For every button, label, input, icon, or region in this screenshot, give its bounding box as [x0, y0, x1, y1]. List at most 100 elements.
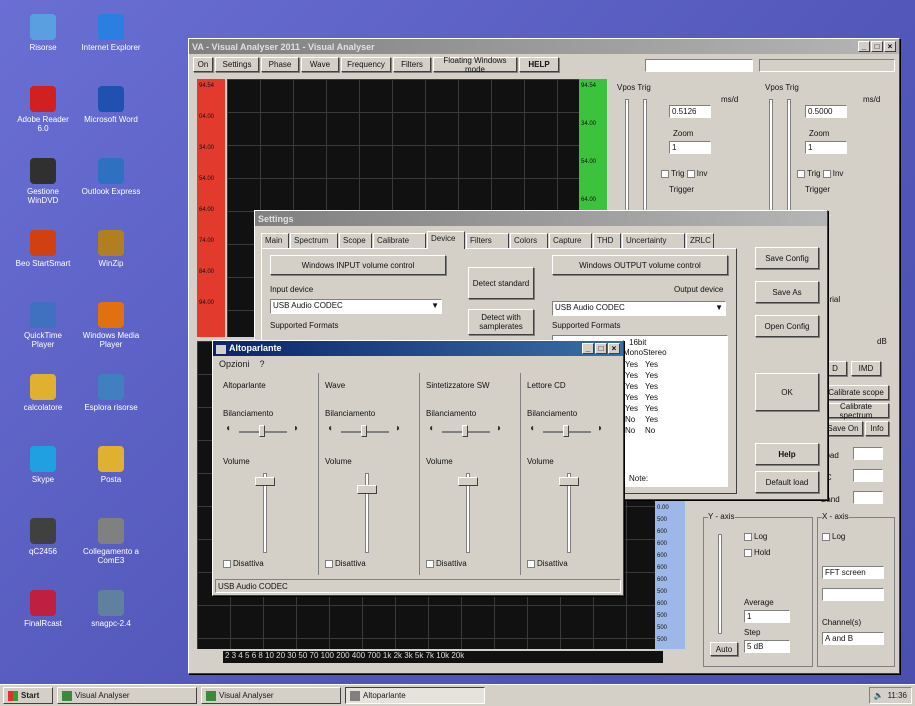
mute-checkbox[interactable]: Disattiva: [325, 559, 366, 568]
taskbar-item[interactable]: Visual Analyser: [201, 687, 341, 704]
settings-titlebar[interactable]: Settings: [255, 211, 827, 226]
balance-thumb[interactable]: [259, 425, 265, 437]
desktop-icon[interactable]: WinZip: [80, 230, 142, 268]
balance-thumb[interactable]: [462, 425, 468, 437]
calibrate-spectrum-button[interactable]: Calibrate spectrum: [823, 402, 889, 420]
desktop-icon[interactable]: Outlook Express: [80, 158, 142, 196]
desktop-icon[interactable]: FinalRcast: [12, 590, 74, 628]
volume-icon[interactable]: 🔈: [874, 691, 884, 700]
toolbar-combo[interactable]: [645, 59, 753, 72]
balance-slider[interactable]: ◖ ◗: [327, 423, 403, 439]
desktop-icon[interactable]: Windows Media Player: [80, 302, 142, 349]
output-device-select[interactable]: USB Audio CODEC ▼: [552, 301, 726, 316]
ch-a-zoom-value[interactable]: 1: [669, 141, 711, 154]
balance-slider[interactable]: ◖ ◗: [225, 423, 301, 439]
tab-scope[interactable]: Scope: [339, 233, 372, 248]
volume-thumb[interactable]: [255, 477, 275, 486]
open-config-button[interactable]: Open Config: [755, 315, 819, 337]
detect-standard-button[interactable]: Detect standard: [468, 267, 534, 299]
minimize-icon[interactable]: _: [858, 41, 870, 52]
desktop-icon[interactable]: Adobe Reader 6.0: [12, 86, 74, 133]
y-log-check[interactable]: Log: [744, 532, 767, 541]
mute-checkbox[interactable]: Disattiva: [223, 559, 264, 568]
desktop-icon[interactable]: QuickTime Player: [12, 302, 74, 349]
tab-thd[interactable]: THD: [593, 233, 621, 248]
desktop-icon[interactable]: Skype: [12, 446, 74, 484]
y-hold-check[interactable]: Hold: [744, 548, 770, 557]
ch-b-value[interactable]: 0.5000: [805, 105, 847, 118]
menu-settings[interactable]: Settings: [215, 57, 259, 72]
mute-checkbox[interactable]: Disattiva: [527, 559, 568, 568]
ch-a-trig-check[interactable]: Trig Inv: [661, 169, 707, 178]
input-device-select[interactable]: USB Audio CODEC ▼: [270, 299, 442, 314]
output-volume-button[interactable]: Windows OUTPUT volume control: [552, 255, 728, 275]
ch-b-trig-check[interactable]: Trig Inv: [797, 169, 843, 178]
close-icon[interactable]: ×: [884, 41, 896, 52]
desktop-icon[interactable]: Beo StartSmart: [12, 230, 74, 268]
desktop-icon[interactable]: Esplora risorse: [80, 374, 142, 412]
tab-main[interactable]: Main: [261, 233, 289, 248]
ch-b-zoom-value[interactable]: 1: [805, 141, 847, 154]
menu-on[interactable]: On: [193, 57, 213, 72]
menu-wave[interactable]: Wave: [301, 57, 339, 72]
desktop-icon[interactable]: Collegamento a ComE3: [80, 518, 142, 565]
desktop-icon[interactable]: Gestione WinDVD: [12, 158, 74, 205]
ok-button[interactable]: OK: [755, 373, 819, 411]
tab-spectrum[interactable]: Spectrum: [290, 233, 338, 248]
menu-help[interactable]: ?: [260, 359, 265, 369]
maximize-icon[interactable]: □: [595, 343, 607, 354]
menu-filters[interactable]: Filters: [393, 57, 431, 72]
tab-zrlc[interactable]: ZRLC: [686, 233, 714, 248]
desktop-icon[interactable]: calcolatore: [12, 374, 74, 412]
y-average-select[interactable]: 1: [744, 610, 790, 623]
channels-select[interactable]: A and B: [822, 632, 884, 645]
balance-slider[interactable]: ◖ ◗: [529, 423, 605, 439]
tab-filters[interactable]: Filters: [466, 233, 509, 248]
tab-calibrate[interactable]: Calibrate: [373, 233, 426, 248]
tab-device[interactable]: Device: [427, 231, 465, 249]
input-volume-button[interactable]: Windows INPUT volume control: [270, 255, 446, 275]
ch-a-value[interactable]: 0.5126: [669, 105, 711, 118]
close-icon[interactable]: ×: [608, 343, 620, 354]
help-button[interactable]: Help: [755, 443, 819, 465]
x-zoom-select[interactable]: FFT screen: [822, 566, 884, 579]
menu-phase[interactable]: Phase: [261, 57, 299, 72]
y-step-select[interactable]: 5 dB: [744, 640, 790, 653]
default-load-button[interactable]: Default load: [755, 471, 819, 493]
minimize-icon[interactable]: _: [582, 343, 594, 354]
balance-thumb[interactable]: [361, 425, 367, 437]
tab-uncertainty[interactable]: Uncertainty: [622, 233, 685, 248]
x-scale-select[interactable]: [822, 588, 884, 601]
x-log-check[interactable]: Log: [822, 532, 845, 541]
menu-opzioni[interactable]: Opzioni: [219, 359, 250, 369]
save-config-button[interactable]: Save Config: [755, 247, 819, 269]
auto-button[interactable]: Auto: [710, 642, 738, 656]
desktop-icon[interactable]: Internet Explorer: [80, 14, 142, 52]
mute-checkbox[interactable]: Disattiva: [426, 559, 467, 568]
volume-thumb[interactable]: [559, 477, 579, 486]
menu-help[interactable]: HELP: [519, 57, 559, 72]
balance-slider[interactable]: ◖ ◗: [428, 423, 504, 439]
calibrate-scope-button[interactable]: Calibrate scope: [823, 385, 889, 400]
taskbar-item[interactable]: Visual Analyser: [57, 687, 197, 704]
toolbar-slider[interactable]: [759, 59, 895, 72]
volume-thumb[interactable]: [357, 485, 377, 494]
desktop-icon[interactable]: snagpc-2.4: [80, 590, 142, 628]
analyzer-titlebar[interactable]: VA - Visual Analyser 2011 - Visual Analy…: [189, 39, 899, 54]
menu-floating-windows-mode[interactable]: Floating Windows mode: [433, 56, 517, 74]
detect-samplerates-button[interactable]: Detect with samplerates: [468, 309, 534, 335]
tab-capture[interactable]: Capture: [549, 233, 592, 248]
desktop-icon[interactable]: Posta: [80, 446, 142, 484]
tab-colors[interactable]: Colors: [510, 233, 548, 248]
mixer-titlebar[interactable]: Altoparlante _ □ ×: [213, 341, 623, 356]
volume-thumb[interactable]: [458, 477, 478, 486]
desktop-icon[interactable]: Risorse: [12, 14, 74, 52]
save-on-button[interactable]: Save On: [823, 421, 863, 436]
start-button[interactable]: Start: [3, 687, 53, 704]
menu-frequency[interactable]: Frequency: [341, 57, 391, 72]
desktop-icon[interactable]: qC2456: [12, 518, 74, 556]
save-as-button[interactable]: Save As: [755, 281, 819, 303]
info-button[interactable]: Info: [865, 421, 889, 436]
desktop-icon[interactable]: Microsoft Word: [80, 86, 142, 124]
maximize-icon[interactable]: □: [871, 41, 883, 52]
